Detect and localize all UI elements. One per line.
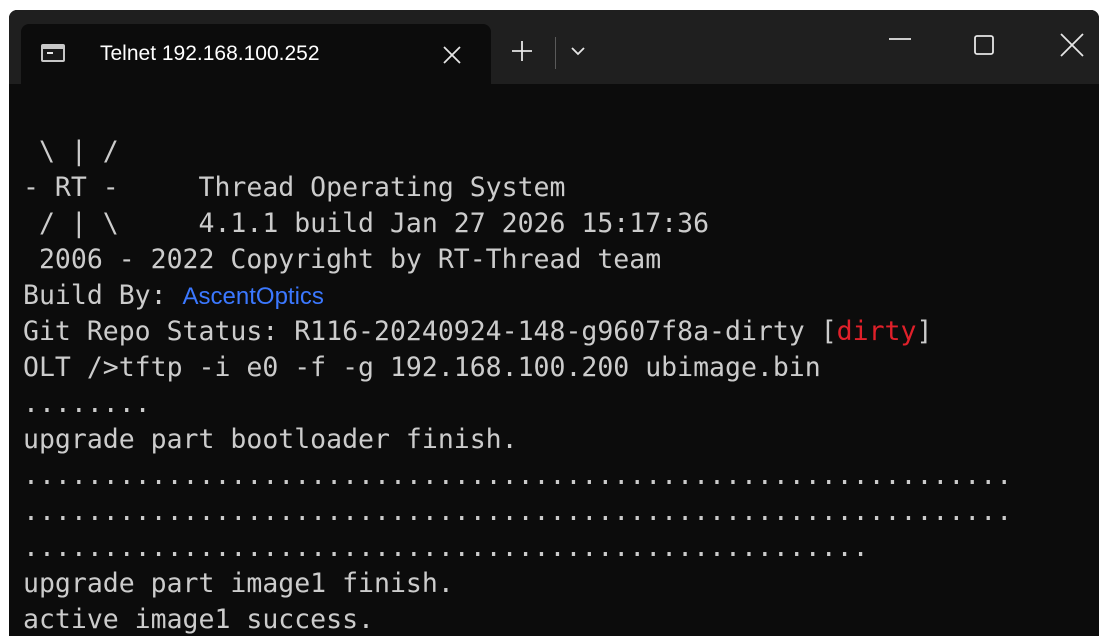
terminal-output[interactable]: \ | / - RT - Thread Operating System / |… <box>23 134 1099 636</box>
build-by-line: Build By: AscentOptics <box>23 278 1099 314</box>
title-bar[interactable]: Telnet 192.168.100.252 <box>9 10 1099 84</box>
copyright-line: 2006 - 2022 Copyright by RT-Thread team <box>23 244 662 275</box>
git-status-close: ] <box>916 316 933 347</box>
terminal-window: Telnet 192.168.100.252 \ | / - RT - Thre… <box>9 10 1099 636</box>
git-status-line: Git Repo Status: R116-20240924-148-g9607… <box>23 314 1099 350</box>
tab-title: Telnet 192.168.100.252 <box>100 42 320 65</box>
active-success-line: active image1 success. <box>23 604 374 635</box>
command-line: OLT />tftp -i e0 -f -g 192.168.100.200 u… <box>23 352 821 383</box>
progress-line-1: ........ <box>23 388 151 419</box>
logo-line-3: / | \ 4.1.1 build Jan 27 2026 15:17:36 <box>23 208 710 239</box>
image1-finish-line: upgrade part image1 finish. <box>23 568 454 599</box>
progress-line-2: ........................................… <box>23 460 1013 491</box>
build-by-value: AscentOptics <box>182 283 324 310</box>
titlebar-divider <box>555 37 556 69</box>
git-status-label: Git Repo Status: R116-20240924-148-g9607… <box>23 316 837 347</box>
window-close-icon[interactable] <box>1057 30 1087 60</box>
progress-line-4: ........................................… <box>23 532 869 563</box>
build-by-label: Build By: <box>23 280 183 311</box>
terminal-icon <box>41 44 65 62</box>
git-status-tag: dirty <box>836 316 917 347</box>
logo-line-1: \ | / <box>23 136 119 167</box>
bootloader-finish-line: upgrade part bootloader finish. <box>23 424 518 455</box>
maximize-icon[interactable] <box>971 32 997 58</box>
progress-line-3: ........................................… <box>23 496 1013 527</box>
logo-line-2: - RT - Thread Operating System <box>23 172 566 203</box>
minimize-icon[interactable] <box>885 24 915 54</box>
chevron-down-icon[interactable] <box>567 44 589 60</box>
new-tab-plus-icon[interactable] <box>509 38 535 64</box>
tab-close-icon[interactable] <box>439 42 465 68</box>
tab-telnet[interactable]: Telnet 192.168.100.252 <box>21 24 491 84</box>
